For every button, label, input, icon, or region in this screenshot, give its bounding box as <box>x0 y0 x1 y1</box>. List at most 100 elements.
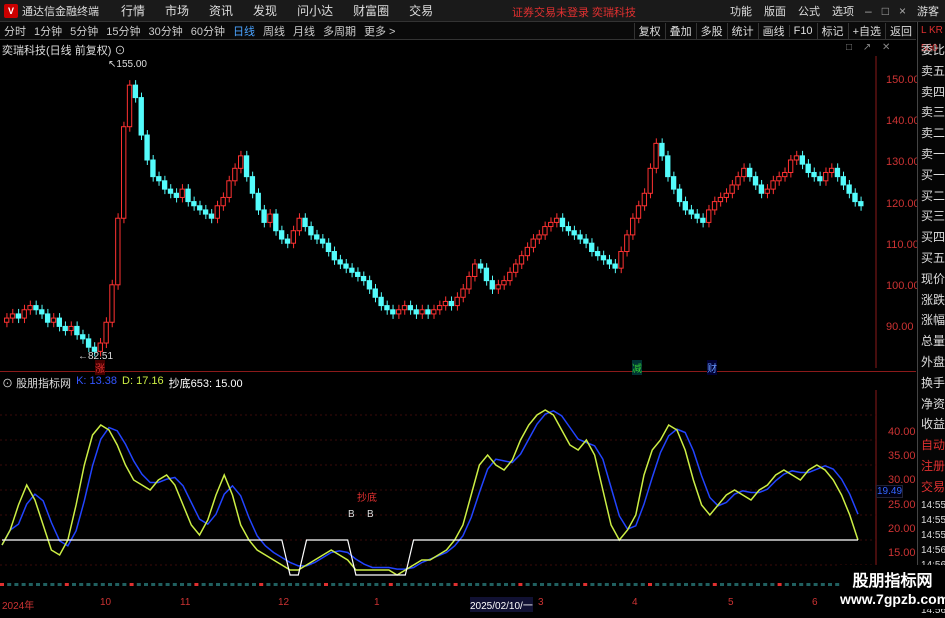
menu-options[interactable]: 选项 <box>826 3 860 19</box>
volume-bar <box>568 583 573 586</box>
volume-bar <box>43 583 48 586</box>
btn-multi-stock[interactable]: 多股 <box>695 23 727 39</box>
period-toolbar: 分时 1分钟 5分钟 15分钟 30分钟 60分钟 日线 周线 月线 多周期 更… <box>0 22 916 40</box>
right-panel-item[interactable]: 卖二 <box>918 123 945 144</box>
right-panel-item[interactable]: 委比 <box>918 40 945 61</box>
candle-body <box>682 201 688 211</box>
period-multi[interactable]: 多周期 <box>319 23 360 39</box>
menu-item-wealth[interactable]: 财富圈 <box>343 2 399 19</box>
candle-body <box>542 226 548 236</box>
right-panel-item[interactable]: 14:55 <box>918 528 945 543</box>
period-monthly[interactable]: 月线 <box>289 23 319 39</box>
close-icon[interactable]: × <box>894 4 911 18</box>
period-intraday[interactable]: 分时 <box>0 23 30 39</box>
menu-item-ask[interactable]: 问小达 <box>287 2 343 19</box>
right-panel: L KR 500 委比 卖五 卖四 卖三 卖二 卖一 买一 买二 买三 买四 买五 现价 涨跌 涨幅 总量外… <box>917 22 945 616</box>
period-15min[interactable]: 15分钟 <box>102 23 144 39</box>
right-panel-head[interactable]: L KR 500 <box>918 22 945 54</box>
right-panel-item[interactable]: 总量 <box>918 331 945 352</box>
volume-bar <box>655 583 660 586</box>
period-daily[interactable]: 日线 <box>229 23 259 39</box>
right-panel-item[interactable]: 换手 <box>918 373 945 394</box>
candle-body <box>419 309 425 315</box>
period-30min[interactable]: 30分钟 <box>145 23 187 39</box>
volume-bar <box>201 583 206 586</box>
minimize-icon[interactable]: – <box>860 4 877 18</box>
indicator-chart[interactable] <box>0 390 880 590</box>
period-5min[interactable]: 5分钟 <box>66 23 102 39</box>
period-more[interactable]: 更多 > <box>360 23 399 39</box>
period-weekly[interactable]: 周线 <box>259 23 289 39</box>
menu-formula[interactable]: 公式 <box>792 3 826 19</box>
right-panel-item[interactable]: 外盘 <box>918 352 945 373</box>
indicator-name[interactable]: ⊙ 股朋指标网 <box>2 375 71 391</box>
menu-item-hq[interactable]: 行情 <box>111 2 155 19</box>
candle-body <box>267 213 273 223</box>
price-tick: 130.00 <box>886 156 920 169</box>
btn-draw[interactable]: 画线 <box>757 23 789 39</box>
volume-bar <box>352 583 357 586</box>
login-status[interactable]: 证券交易未登录 奕瑞科技 <box>512 4 636 20</box>
right-panel-item[interactable]: 净资 <box>918 394 945 415</box>
indicator-title[interactable]: ⊙ 股朋指标网 K: 13.38 D: 17.16 抄底653: 15.00 <box>2 375 243 391</box>
menu-item-trade[interactable]: 交易 <box>399 2 443 19</box>
candle-body <box>214 205 220 219</box>
right-panel-item[interactable]: 14:56 <box>918 543 945 558</box>
right-panel-item[interactable]: 卖一 <box>918 144 945 165</box>
price-chart[interactable] <box>0 56 880 368</box>
btn-overlay[interactable]: 叠加 <box>664 23 696 39</box>
btn-adjust[interactable]: 复权 <box>633 23 665 39</box>
candle-body <box>15 313 22 319</box>
btn-stats[interactable]: 统计 <box>726 23 758 39</box>
right-panel-item[interactable]: 买四 <box>918 227 945 248</box>
marker-zhang[interactable]: 涨 <box>95 360 105 375</box>
right-panel-item[interactable]: 涨跌 <box>918 290 945 311</box>
candle-body <box>606 259 612 265</box>
marker-jian[interactable]: 减 <box>632 360 642 375</box>
chart-window-icons[interactable]: □ ↗ ✕ <box>846 42 894 53</box>
menu-function[interactable]: 功能 <box>724 3 758 19</box>
maximize-icon[interactable]: □ <box>877 4 894 18</box>
period-60min[interactable]: 60分钟 <box>187 23 229 39</box>
candle-body <box>85 338 92 348</box>
right-panel-item[interactable]: 注册 <box>918 456 945 477</box>
right-panel-item[interactable]: 交易 <box>918 477 945 498</box>
indicator-tick: 15.00 <box>888 547 916 559</box>
candle-body <box>524 246 531 257</box>
candle-body <box>817 176 823 182</box>
guest-label[interactable]: 游客 <box>911 3 945 19</box>
right-panel-item[interactable]: 卖四 <box>918 82 945 103</box>
menu-item-news[interactable]: 资讯 <box>199 2 243 19</box>
right-panel-item[interactable]: 自动 <box>918 435 945 456</box>
right-panel-item[interactable]: 涨幅 <box>918 310 945 331</box>
btn-back[interactable]: 返回 <box>885 23 916 39</box>
right-panel-item[interactable]: 14:55 <box>918 498 945 513</box>
right-panel-item[interactable]: 买三 <box>918 206 945 227</box>
volume-bar <box>835 583 840 586</box>
btn-mark[interactable]: 标记 <box>816 23 848 39</box>
right-panel-item[interactable]: 买一 <box>918 165 945 186</box>
volume-bar <box>403 583 408 586</box>
btn-f10[interactable]: F10 <box>788 25 817 37</box>
right-panel-item[interactable]: 买二 <box>918 186 945 207</box>
period-1min[interactable]: 1分钟 <box>30 23 66 39</box>
candle-body <box>594 251 601 257</box>
watermark: 股朋指标网 www.7gpzb.com <box>840 565 945 609</box>
candle-body <box>723 192 729 198</box>
btn-add-watch[interactable]: +自选 <box>847 23 885 39</box>
right-panel-item[interactable]: 14:55 <box>918 513 945 528</box>
menu-item-market[interactable]: 市场 <box>155 2 199 19</box>
right-panel-item[interactable]: 收益 <box>918 414 945 435</box>
right-panel-item[interactable]: 现价 <box>918 269 945 290</box>
right-panel-item[interactable]: 买五 <box>918 248 945 269</box>
volume-bar <box>540 583 544 586</box>
candle-body <box>255 192 261 211</box>
right-panel-item[interactable]: 卖三 <box>918 102 945 123</box>
menu-item-discover[interactable]: 发现 <box>243 2 287 19</box>
volume-bar <box>223 583 228 586</box>
watermark-url: www.7gpzb.com <box>840 591 945 607</box>
marker-cai[interactable]: 财 <box>707 360 717 375</box>
volume-bar <box>792 583 796 586</box>
right-panel-item[interactable]: 卖五 <box>918 61 945 82</box>
menu-layout[interactable]: 版面 <box>758 3 792 19</box>
